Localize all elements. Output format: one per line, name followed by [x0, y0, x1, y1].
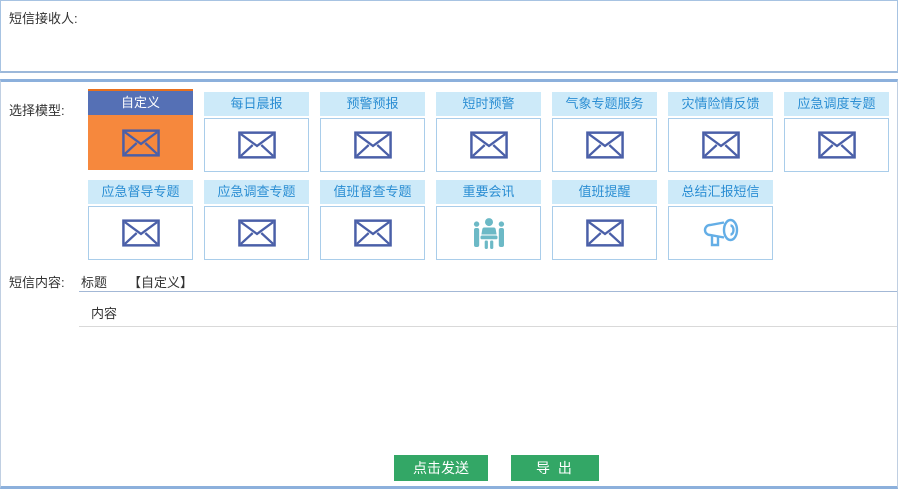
template-card[interactable]: 气象专题服务	[552, 92, 657, 172]
envelope-icon	[122, 219, 160, 247]
template-card[interactable]: 预警预报	[320, 92, 425, 172]
template-card-body	[320, 118, 425, 172]
template-card-body	[436, 118, 541, 172]
envelope-icon	[354, 219, 392, 247]
content-label: 内容	[91, 303, 117, 322]
template-title: 每日晨报	[204, 92, 309, 116]
template-title: 应急督导专题	[88, 180, 193, 204]
template-card-body	[320, 206, 425, 260]
recipients-label: 短信接收人:	[9, 8, 78, 27]
template-title: 预警预报	[320, 92, 425, 116]
envelope-icon	[122, 129, 160, 157]
template-title: 值班督查专题	[320, 180, 425, 204]
title-input-underline	[79, 291, 897, 292]
template-title: 应急调度专题	[784, 92, 889, 116]
template-card-body	[204, 206, 309, 260]
template-card[interactable]: 自定义	[88, 89, 193, 170]
export-button[interactable]: 导 出	[511, 455, 599, 481]
template-grid: 自定义 每日晨报 预警预报	[88, 92, 889, 268]
template-card-body	[668, 118, 773, 172]
sms-compose-page: 短信接收人: 选择模型: 自定义 每日晨报 预警预	[0, 0, 900, 492]
envelope-icon	[238, 131, 276, 159]
template-card-body	[784, 118, 889, 172]
template-row-2: 应急督导专题 应急调查专题 值班督查专题	[88, 180, 889, 260]
envelope-icon	[702, 131, 740, 159]
template-card[interactable]: 值班提醒	[552, 180, 657, 260]
title-value[interactable]: 【自定义】	[128, 272, 193, 291]
template-row-1: 自定义 每日晨报 预警预报	[88, 92, 889, 172]
main-panel: 选择模型: 自定义 每日晨报 预警预报	[0, 79, 898, 489]
envelope-icon	[586, 131, 624, 159]
template-card[interactable]: 应急督导专题	[88, 180, 193, 260]
template-card-body	[204, 118, 309, 172]
template-card-body	[88, 206, 193, 260]
template-card-body	[436, 206, 541, 260]
envelope-icon	[586, 219, 624, 247]
send-button[interactable]: 点击发送	[394, 455, 488, 481]
template-card[interactable]: 重要会讯	[436, 180, 541, 260]
template-title: 灾情险情反馈	[668, 92, 773, 116]
recipients-input-area[interactable]: 短信接收人:	[0, 0, 898, 73]
template-title: 气象专题服务	[552, 92, 657, 116]
template-title: 自定义	[88, 91, 193, 115]
template-title: 总结汇报短信	[668, 180, 773, 204]
envelope-icon	[238, 219, 276, 247]
template-title: 重要会讯	[436, 180, 541, 204]
content-section-label: 短信内容:	[9, 272, 65, 291]
template-card[interactable]: 应急调查专题	[204, 180, 309, 260]
model-section-label: 选择模型:	[9, 100, 65, 119]
megaphone-icon	[699, 214, 743, 252]
template-card-body	[552, 118, 657, 172]
content-input-underline	[79, 326, 897, 327]
meeting-icon	[469, 215, 509, 252]
template-title: 值班提醒	[552, 180, 657, 204]
template-card[interactable]: 短时预警	[436, 92, 541, 172]
template-card[interactable]: 每日晨报	[204, 92, 309, 172]
title-label: 标题	[81, 272, 107, 291]
template-card[interactable]: 总结汇报短信	[668, 180, 773, 260]
template-card-body	[668, 206, 773, 260]
envelope-icon	[470, 131, 508, 159]
template-card[interactable]: 应急调度专题	[784, 92, 889, 172]
template-card[interactable]: 值班督查专题	[320, 180, 425, 260]
template-card-body	[88, 115, 193, 170]
template-card[interactable]: 灾情险情反馈	[668, 92, 773, 172]
template-title: 应急调查专题	[204, 180, 309, 204]
envelope-icon	[354, 131, 392, 159]
template-card-body	[552, 206, 657, 260]
envelope-icon	[818, 131, 856, 159]
template-title: 短时预警	[436, 92, 541, 116]
